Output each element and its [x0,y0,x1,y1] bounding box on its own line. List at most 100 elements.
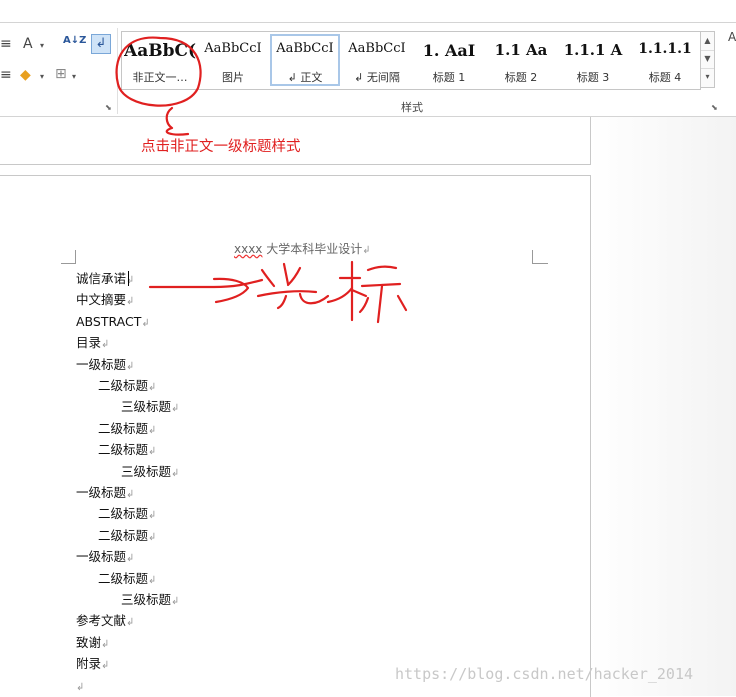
style-heading-3[interactable]: 1.1.1 A 标题 3 [558,34,628,86]
find-icon[interactable]: A [728,30,736,44]
line-text: 一级标题 [76,549,127,565]
style-preview: AaBbCcI [276,41,334,56]
line-text: 三级标题 [121,399,172,415]
toc-line[interactable]: 三级标题↲ [121,464,179,480]
paragraph-mark: ↲ [126,296,135,308]
toc-line[interactable]: 一级标题↲ [76,549,134,565]
paragraph-mark: ↲ [148,446,157,458]
toc-line[interactable]: 二级标题↲ [98,421,156,437]
line-text: 二级标题 [98,420,149,436]
style-name: 标题 4 [648,71,682,84]
chevron-down-icon[interactable]: ▾ [40,41,44,50]
watermark: https://blog.csdn.net/hacker_2014 [395,665,694,683]
crop-mark [75,250,76,264]
group-separator [117,28,118,114]
toc-line[interactable]: 三级标题↲ [121,592,179,608]
toc-line[interactable]: 目录↲ [76,335,109,351]
style-name: ↲ 无间隔 [354,71,400,84]
style-preview: 1. AaI [422,41,476,60]
paragraph-mark: ↲ [101,660,110,672]
style-heading-1[interactable]: 1. AaI 标题 1 [414,34,484,86]
style-name: 图片 [222,71,244,84]
style-heading-2[interactable]: 1.1 Aa 标题 2 [486,34,556,86]
style-no-spacing[interactable]: AaBbCcI ↲ 无间隔 [342,34,412,86]
styles-launcher-icon[interactable]: ⬊ [711,103,718,112]
toc-line[interactable]: ↲ [76,678,84,694]
toc-line[interactable]: 二级标题↲ [98,442,156,458]
toc-line[interactable]: 二级标题↲ [98,528,156,544]
toc-line[interactable]: 参考文献↲ [76,613,134,629]
style-preview: AaBbCcI [204,41,262,56]
toc-line[interactable]: 一级标题↲ [76,485,134,501]
gallery-scroll-up-button[interactable]: ▲ [701,32,714,51]
style-heading-4[interactable]: 1.1.1.1 标题 4 [630,34,700,86]
paragraph-launcher-icon[interactable]: ⬊ [105,103,112,112]
paragraph-mark: ↲ [148,424,157,436]
toc-line[interactable]: ABSTRACT↲ [76,314,150,330]
style-gallery: AaBbC( 非正文一… AaBbCcI 图片 AaBbCcI ↲ 正文 AaB… [121,31,701,90]
toc-line[interactable]: 二级标题↲ [98,378,156,394]
line-text: 一级标题 [76,485,127,500]
style-nonbody-level1[interactable]: AaBbC( 非正文一… [124,34,196,86]
shading-icon[interactable]: ◆ [20,67,31,83]
style-preview: 1.1.1.1 [638,41,692,57]
style-name: 标题 1 [432,71,466,84]
show-paragraph-marks-button[interactable]: ↲ [91,34,111,54]
paragraph-mark: ↲ [126,617,135,629]
border-icon[interactable]: ⊞ [55,66,67,82]
paragraph-mark: ↲ [126,489,135,500]
toc-line[interactable]: 三级标题↲ [121,399,179,415]
line-text: 目录 [76,335,102,351]
header-squiggle-word: xxxx [234,242,263,256]
gallery-more-button[interactable]: ▾ [701,68,714,86]
toc-line[interactable]: 中文摘要↲ [76,292,134,308]
line-text: 三级标题 [121,592,172,607]
toc-line[interactable]: 诚信承诺↲ [76,271,134,287]
paragraph-mark: ↲ [101,339,110,351]
paragraph-mark: ↲ [362,245,371,256]
paragraph-mark: ↲ [101,638,110,650]
paragraph-mark: ↲ [148,510,157,522]
style-name: 非正文一… [132,71,188,84]
chevron-down-icon[interactable]: ▾ [72,72,76,81]
paragraph-mark: ↲ [171,403,180,415]
align-icon[interactable]: ≡ [0,36,12,52]
styles-group-label: 样式 [401,101,423,114]
page-header[interactable]: xxxx 大学本科毕业设计↲ [234,240,371,257]
style-preview: AaBbC( [124,41,196,61]
line-text: 二级标题 [98,527,149,543]
crop-mark [532,263,548,264]
paragraph-mark: ↲ [148,531,157,543]
text-effect-icon[interactable]: A [23,36,33,52]
paragraph-mark: ↲ [148,382,157,393]
line-text: 二级标题 [98,570,149,586]
line-text: 一级标题 [76,356,127,372]
toc-line[interactable]: 二级标题↲ [98,506,156,522]
style-preview: 1.1 Aa [494,41,548,59]
toc-line[interactable]: 一级标题↲ [76,357,134,373]
style-name: 标题 2 [504,71,538,84]
line-text: 二级标题 [98,442,149,458]
toc-line[interactable]: 二级标题↲ [98,571,156,587]
toc-line[interactable]: 附录↲ [76,656,109,672]
sort-icon[interactable]: A↓Z [63,35,86,46]
style-name: 标题 3 [576,71,610,84]
style-preview: AaBbCcI [348,41,406,56]
line-text: 二级标题 [98,506,149,522]
style-picture[interactable]: AaBbCcI 图片 [198,34,268,86]
paragraph-mark: ↲ [76,681,85,693]
ribbon-top-border [0,22,736,23]
line-text: 诚信承诺 [76,271,127,286]
align-icon[interactable]: ≡ [0,67,12,83]
style-normal[interactable]: AaBbCcI ↲ 正文 [270,34,340,86]
line-text: 中文摘要 [76,292,127,308]
crop-mark [532,250,533,264]
paragraph-mark: ↲ [141,317,150,329]
gallery-scroll-down-button[interactable]: ▼ [701,50,714,69]
chevron-down-icon[interactable]: ▾ [40,72,44,81]
crop-mark [61,263,76,264]
line-text: ABSTRACT [76,313,142,329]
toc-line[interactable]: 致谢↲ [76,635,109,651]
paragraph-mark: ↲ [171,467,180,479]
line-text: 参考文献 [76,613,127,629]
